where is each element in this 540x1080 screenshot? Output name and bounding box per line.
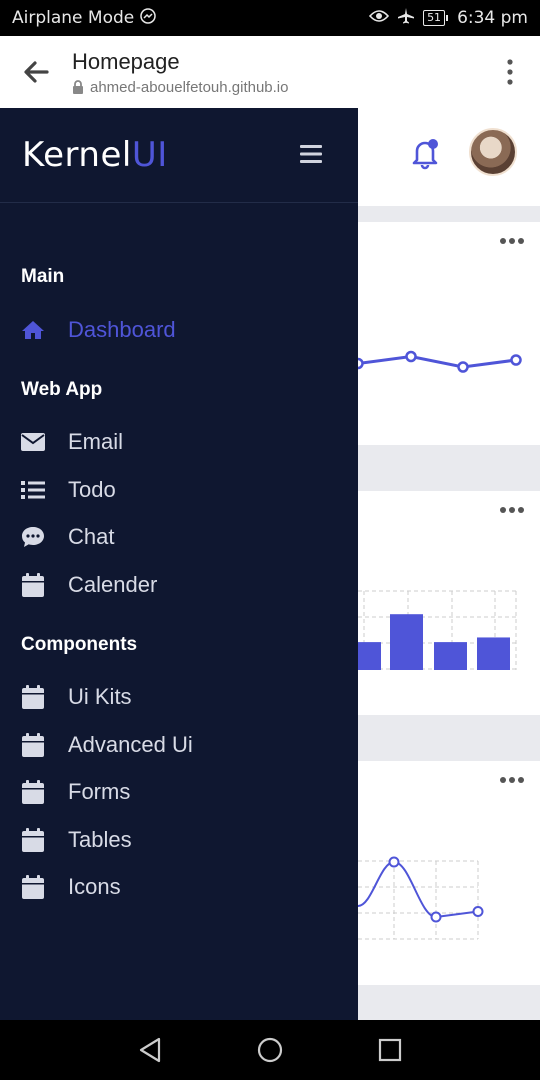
sidebar-item-chat[interactable]: Chat [0, 515, 358, 559]
bar [477, 637, 510, 670]
calendar-icon [21, 875, 45, 899]
triangle-back-icon [139, 1037, 161, 1063]
data-point [472, 906, 484, 917]
page-title: Homepage [72, 48, 180, 74]
sidebar-item-calender[interactable]: Calender [0, 563, 358, 607]
data-point [457, 361, 469, 373]
envelope-icon [21, 430, 45, 454]
stats-card-3 [358, 761, 540, 985]
section-components: Components [21, 634, 138, 655]
nav-home-button[interactable] [254, 1034, 286, 1066]
url-text: ahmed-abouelfetouh.github.io [90, 78, 289, 96]
sidebar-item-label: Calender [68, 572, 158, 597]
url-line: ahmed-abouelfetouh.github.io [72, 79, 480, 96]
data-point [358, 357, 364, 370]
square-recents-icon [378, 1038, 402, 1062]
status-left: Airplane Mode [12, 7, 156, 29]
notification-bell-icon[interactable] [408, 136, 442, 170]
stats-card-2 [358, 491, 540, 715]
back-button[interactable] [0, 36, 72, 108]
airplane-icon [397, 7, 415, 30]
stats-card-1 [358, 222, 540, 445]
calendar-icon [21, 685, 45, 709]
sidebar-item-todo[interactable]: Todo [0, 468, 358, 512]
battery-indicator: 51 [423, 10, 449, 26]
section-main: Main [21, 266, 65, 287]
sidebar-item-label: Tables [68, 827, 132, 852]
messenger-icon [140, 7, 156, 29]
avatar[interactable] [469, 128, 517, 176]
series-line [358, 354, 517, 369]
sidebar-item-label: Dashboard [68, 317, 176, 342]
more-vertical-icon [507, 59, 513, 85]
clock: 6:34 pm [457, 8, 528, 28]
brand-text-ui: UI [131, 135, 168, 175]
series-line [358, 860, 479, 919]
overflow-menu-button[interactable] [480, 36, 540, 108]
eye-icon [368, 8, 390, 28]
sidebar-item-label: Email [68, 429, 124, 454]
browser-toolbar: Homepage ahmed-abouelfetouh.github.io [0, 36, 540, 108]
sidebar-item-dashboard[interactable]: Dashboard [0, 308, 358, 352]
section-web-app: Web App [21, 379, 103, 400]
sidebar-item-label: Todo [68, 477, 116, 502]
data-point [388, 856, 400, 868]
brand-text-kernel: Kernel [22, 135, 132, 175]
dashboard-content [358, 108, 540, 1020]
sidebar-item-label: Advanced Ui [68, 732, 193, 757]
data-point [510, 354, 522, 366]
bar [358, 642, 381, 670]
app-topbar [358, 108, 540, 206]
sidebar-item-label: Chat [68, 524, 115, 549]
data-point [405, 350, 417, 363]
system-nav-bar [0, 1020, 540, 1080]
bar [390, 614, 423, 670]
calendar-icon [21, 828, 45, 852]
nav-recents-button[interactable] [374, 1034, 406, 1066]
sidebar-item-ui-kits[interactable]: Ui Kits [0, 675, 358, 719]
status-right: 51 6:34 pm [368, 7, 528, 30]
sidebar-item-label: Ui Kits [68, 684, 132, 709]
sidebar-item-icons[interactable]: Icons [0, 865, 358, 909]
airplane-mode-text: Airplane Mode [12, 8, 135, 28]
sidebar-item-forms[interactable]: Forms [0, 770, 358, 814]
calendar-icon [21, 780, 45, 804]
brand-logo[interactable]: KernelUI [22, 135, 168, 175]
sidebar-item-email[interactable]: Email [0, 420, 358, 464]
screen: Airplane Mode 51 6:34 pm Homepage ahmed-… [0, 0, 540, 1080]
sidebar-item-tables[interactable]: Tables [0, 818, 358, 862]
home-icon [21, 318, 45, 342]
calendar-icon [21, 573, 45, 597]
url-block[interactable]: Homepage ahmed-abouelfetouh.github.io [72, 49, 480, 96]
nav-back-button[interactable] [134, 1034, 166, 1066]
sidebar-item-advanced-ui[interactable]: Advanced Ui [0, 723, 358, 767]
data-point [430, 911, 442, 923]
sidebar-item-label: Icons [68, 874, 121, 899]
status-bar: Airplane Mode 51 6:34 pm [0, 0, 540, 36]
brand-row: KernelUI [0, 108, 358, 203]
circle-home-icon [257, 1037, 283, 1063]
arrow-left-icon [24, 61, 49, 83]
line-chart-1 [358, 350, 522, 373]
hamburger-menu-icon[interactable] [300, 144, 322, 164]
sidebar-item-label: Forms [68, 779, 131, 804]
calendar-icon [21, 733, 45, 757]
lock-icon [73, 79, 83, 94]
sidebar: KernelUI Main Dashboard Web App Email To [0, 108, 358, 1020]
bar [434, 642, 467, 670]
line-chart-2 [358, 856, 484, 940]
bar-chart [358, 590, 517, 670]
chat-bubble-icon [21, 525, 45, 549]
list-icon [21, 478, 45, 502]
